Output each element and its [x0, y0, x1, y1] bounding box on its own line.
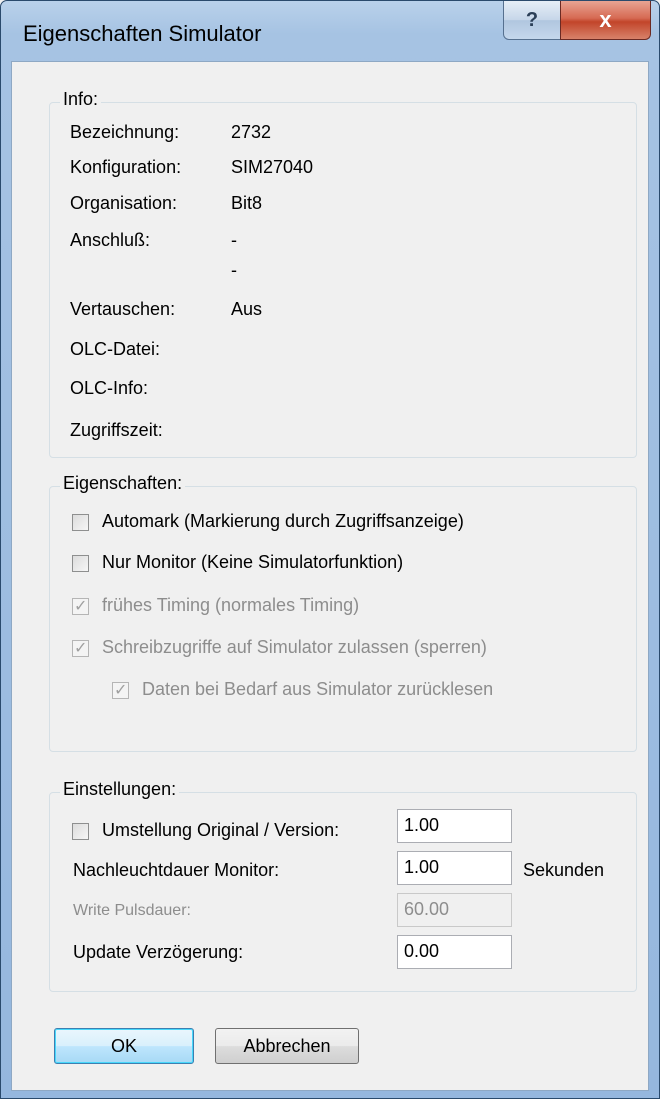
window-title: Eigenschaften Simulator	[23, 21, 262, 46]
daten-zuruecklesen-label[interactable]: Daten bei Bedarf aus Simulator zurückles…	[142, 679, 493, 700]
dialog-client-area: Info: Bezeichnung: 2732 Konfiguration: S…	[11, 61, 649, 1091]
cancel-button[interactable]: Abbrechen	[215, 1028, 359, 1064]
info-group: Info:	[49, 89, 637, 458]
nur-monitor-label[interactable]: Nur Monitor (Keine Simulatorfunktion)	[102, 552, 403, 573]
help-icon: ?	[525, 8, 539, 31]
nachleuchtdauer-label: Nachleuchtdauer Monitor:	[73, 860, 280, 880]
write-pulsdauer-input[interactable]: 60.00	[397, 893, 512, 927]
info-value-vertauschen: Aus	[231, 299, 263, 319]
info-label-zugriffszeit: Zugriffszeit:	[70, 420, 163, 440]
info-label-bezeichnung: Bezeichnung:	[70, 122, 180, 142]
info-label-anschluss: Anschluß:	[70, 230, 151, 250]
write-pulsdauer-label: Write Pulsdauer:	[73, 902, 191, 919]
fruehes-timing-label[interactable]: frühes Timing (normales Timing)	[102, 595, 359, 616]
close-button[interactable]: x	[560, 1, 651, 40]
daten-zuruecklesen-checkbox[interactable]	[112, 680, 129, 699]
info-label-konfiguration: Konfiguration:	[70, 157, 182, 177]
schreibzugriffe-checkbox[interactable]	[72, 638, 89, 657]
close-icon: x	[599, 7, 612, 32]
title-bar[interactable]: Eigenschaften Simulator ? x	[1, 1, 659, 63]
fruehes-timing-checkbox[interactable]	[72, 596, 89, 615]
info-group-label: Info:	[60, 89, 102, 110]
update-verzoegerung-input[interactable]: 0.00	[397, 935, 512, 969]
eigenschaften-group-label: Eigenschaften:	[60, 473, 186, 494]
info-value-anschluss-2: -	[231, 260, 237, 280]
umstellung-checkbox[interactable]	[72, 823, 89, 840]
info-value-anschluss: -	[231, 230, 237, 250]
info-label-vertauschen: Vertauschen:	[70, 299, 176, 319]
nachleuchtdauer-input[interactable]: 1.00	[397, 851, 512, 885]
help-button[interactable]: ?	[503, 1, 561, 40]
info-label-organisation: Organisation:	[70, 193, 178, 213]
umstellung-input[interactable]: 1.00	[397, 809, 512, 843]
info-value-konfiguration: SIM27040	[231, 157, 314, 177]
umstellung-label[interactable]: Umstellung Original / Version:	[102, 820, 339, 841]
schreibzugriffe-label[interactable]: Schreibzugriffe auf Simulator zulassen (…	[102, 637, 487, 658]
ok-button[interactable]: OK	[54, 1028, 194, 1064]
einstellungen-group-label: Einstellungen:	[60, 779, 180, 800]
info-value-organisation: Bit8	[231, 193, 263, 213]
info-label-olc-datei: OLC-Datei:	[70, 339, 161, 359]
automark-checkbox[interactable]	[72, 514, 89, 531]
automark-label[interactable]: Automark (Markierung durch Zugriffsanzei…	[102, 511, 464, 532]
nachleuchtdauer-unit: Sekunden	[523, 860, 605, 880]
update-verzoegerung-label: Update Verzögerung:	[73, 942, 244, 962]
info-value-bezeichnung: 2732	[231, 122, 272, 142]
nur-monitor-checkbox[interactable]	[72, 555, 89, 572]
dialog-window: Eigenschaften Simulator ? x Info: Bezeic…	[0, 0, 660, 1099]
info-label-olc-info: OLC-Info:	[70, 378, 149, 398]
